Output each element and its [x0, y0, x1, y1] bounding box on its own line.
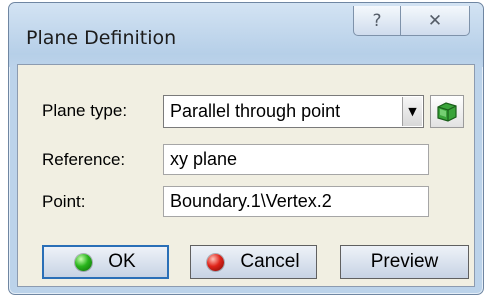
- chevron-down-icon[interactable]: ▼: [402, 97, 422, 126]
- close-icon: ✕: [427, 10, 443, 31]
- red-dot-icon: [207, 253, 225, 271]
- close-button[interactable]: ✕: [400, 6, 470, 36]
- cancel-button-label: Cancel: [240, 251, 300, 272]
- ok-button-label: OK: [108, 251, 136, 272]
- green-dot-icon: [75, 253, 93, 271]
- point-label: Point:: [42, 192, 86, 211]
- preview-button-label: Preview: [370, 251, 439, 272]
- ok-button[interactable]: OK: [42, 245, 169, 279]
- reference-field[interactable]: xy plane: [163, 144, 429, 175]
- help-button[interactable]: ?: [353, 6, 401, 36]
- window-title: Plane Definition: [26, 27, 177, 49]
- point-field[interactable]: Boundary.1\Vertex.2: [163, 186, 429, 217]
- help-icon: ?: [372, 10, 382, 31]
- reference-label: Reference:: [42, 150, 126, 169]
- dialog-content: Plane type: Parallel through point ▼ Ref…: [17, 64, 475, 287]
- plane-definition-window: Plane Definition ? ✕ Plane type: Paralle…: [8, 2, 484, 295]
- plane-type-label: Plane type:: [42, 101, 128, 120]
- plane-type-dropdown[interactable]: Parallel through point ▼: [163, 95, 424, 128]
- preview-button[interactable]: Preview: [340, 245, 469, 279]
- title-bar: Plane Definition ? ✕: [9, 3, 483, 67]
- cancel-button[interactable]: Cancel: [190, 245, 317, 279]
- plane-type-action-button[interactable]: [430, 95, 464, 128]
- green-cube-icon: [437, 101, 457, 122]
- plane-type-value: Parallel through point: [170, 101, 341, 121]
